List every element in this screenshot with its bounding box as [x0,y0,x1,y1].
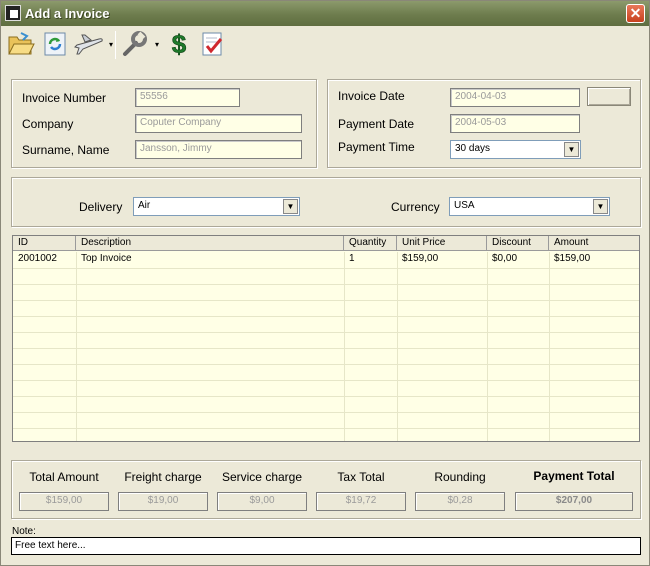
rounding-label: Rounding [434,470,486,484]
payment-time-select[interactable]: 30 days ▼ [450,140,581,159]
invoice-info-group: Invoice Number 55556 Company Coputer Com… [11,79,317,168]
table-cell-discount[interactable]: $0,00 [487,253,522,264]
invoice-number-label: Invoice Number [22,91,107,105]
grid-row-line [13,364,639,365]
payment-total-label: Payment Total [533,469,615,483]
total-amount-label: Total Amount [29,470,99,484]
invoice-date-label: Invoice Date [338,89,405,103]
approve-document-icon [202,32,223,56]
chevron-down-icon[interactable]: ▼ [283,199,298,214]
grid-column-line [549,252,550,441]
grid-column-line [76,252,77,441]
approve-button[interactable] [197,28,229,60]
refresh-button[interactable] [39,28,71,60]
tax-total-label: Tax Total [337,470,385,484]
close-button[interactable]: ✕ [626,4,645,23]
dollar-icon: $ [171,30,187,58]
app-icon [5,5,21,21]
grid-row-line [13,380,639,381]
invoice-number-field[interactable]: 55556 [135,88,240,107]
payment-date-label: Payment Date [338,117,415,131]
chevron-down-icon[interactable]: ▼ [593,199,608,214]
column-header-id[interactable]: ID [13,236,76,251]
currency-value: USA [454,200,475,211]
column-header-discount[interactable]: Discount [487,236,549,251]
table-body: 2001002 Top Invoice 1 $159,00 $0,00 $159… [13,252,639,441]
refresh-icon [44,32,66,56]
grid-row-line [13,396,639,397]
company-label: Company [22,117,74,131]
total-amount-field: $159,00 [19,492,109,511]
note-label: Note: [12,526,36,537]
grid-row-line [13,268,639,269]
table-cell-amount[interactable]: $159,00 [549,253,595,264]
name-label: Surname, Name [22,143,110,157]
table-cell-description[interactable]: Top Invoice [76,253,137,264]
grid-row-line [13,284,639,285]
totals-group: Total Amount $159,00 Freight charge $19,… [11,460,641,519]
column-header-description[interactable]: Description [76,236,344,251]
delivery-label: Delivery [79,200,123,214]
grid-row-line [13,300,639,301]
service-charge-field: $9,00 [217,492,307,511]
grid-column-line [344,252,345,441]
delivery-value: Air [138,200,151,211]
add-invoice-window: Add a Invoice ✕ ▾ ▾ $ Invoice Number 555… [0,0,650,566]
invoice-date-field[interactable]: 2004-04-03 [450,88,580,107]
column-header-quantity[interactable]: Quantity [344,236,397,251]
service-charge-label: Service charge [221,470,303,484]
title-bar: Add a Invoice ✕ [1,1,649,26]
column-header-unit-price[interactable]: Unit Price [397,236,487,251]
currency-button[interactable]: $ [163,28,195,60]
column-header-amount[interactable]: Amount [549,236,639,251]
delivery-button[interactable] [73,28,105,60]
grid-column-line [487,252,488,441]
grid-column-line [397,252,398,441]
freight-charge-field: $19,00 [118,492,208,511]
currency-select[interactable]: USA ▼ [449,197,610,216]
grid-row-line [13,332,639,333]
freight-charge-label: Freight charge [124,470,202,484]
dates-group: Invoice Date 2004-04-03 Payment Date 200… [327,79,641,168]
invoice-items-table[interactable]: ID Description Quantity Unit Price Disco… [12,235,640,442]
window-title: Add a Invoice [25,6,110,21]
name-field[interactable]: Jansson, Jimmy [135,140,302,159]
chevron-down-icon[interactable]: ▼ [564,142,579,157]
settings-button[interactable] [119,28,151,60]
grid-row-line [13,412,639,413]
payment-total-field: $207,00 [515,492,633,511]
table-cell-quantity[interactable]: 1 [344,253,360,264]
wrench-icon [123,31,147,56]
currency-label: Currency [391,200,440,214]
table-cell-unit-price[interactable]: $159,00 [397,253,443,264]
delivery-select[interactable]: Air ▼ [133,197,300,216]
date-picker-button[interactable] [587,87,631,106]
svg-text:$: $ [172,30,187,58]
open-folder-button[interactable] [5,28,37,60]
table-header: ID Description Quantity Unit Price Disco… [13,236,639,251]
grid-row-line [13,428,639,429]
table-cell-id[interactable]: 2001002 [13,253,62,264]
note-field[interactable]: Free text here... [11,537,641,555]
settings-dropdown-arrow[interactable]: ▾ [153,41,161,49]
payment-time-value: 30 days [455,143,491,154]
airplane-icon [74,34,103,55]
company-field[interactable]: Coputer Company [135,114,302,133]
tax-total-field: $19,72 [316,492,406,511]
grid-row-line [13,348,639,349]
payment-date-field[interactable]: 2004-05-03 [450,114,580,133]
open-folder-icon [8,32,35,55]
shipping-group: Delivery Air ▼ Currency USA ▼ [11,177,641,227]
rounding-field: $0,28 [415,492,505,511]
payment-time-label: Payment Time [338,140,415,154]
toolbar-separator [115,31,116,59]
toolbar: ▾ ▾ $ [3,27,643,63]
delivery-dropdown-arrow[interactable]: ▾ [107,41,115,49]
grid-row-line [13,316,639,317]
